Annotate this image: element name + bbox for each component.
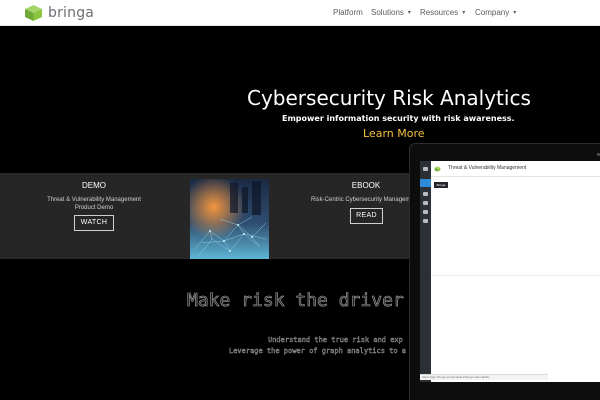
ebook-card-title: EBOOK [351, 181, 381, 190]
app-title: Threat & Vulnerability Management [448, 165, 527, 171]
top-navbar: bringa Platform Solutions ▾ Resources ▾ … [0, 0, 600, 26]
nav-item-solutions[interactable]: Solutions ▾ [371, 8, 411, 17]
nav-item-label: Company [475, 8, 510, 17]
chevron-down-icon: ▾ [513, 10, 517, 16]
ebook-cover-image[interactable] [190, 179, 269, 259]
app-sidebar [420, 161, 431, 382]
nav-item-platform[interactable]: Platform [333, 8, 363, 17]
shield-icon [423, 192, 428, 196]
divider [431, 275, 600, 276]
secondary-text-line: Leverage the power of graph analytics to… [229, 347, 407, 355]
nav-item-label: Solutions [371, 8, 404, 17]
learn-more-link[interactable]: Learn More [363, 127, 425, 140]
cube-logo-icon [434, 166, 441, 172]
cube-logo-icon [25, 5, 42, 21]
secondary-text-line: Understand the true risk and exp [268, 336, 403, 344]
dashboard-icon [420, 179, 431, 187]
logo-wordmark: bringa [48, 5, 95, 21]
folder-icon [423, 210, 428, 214]
tablet-mockup: Threat & Vulnerability Management Bringa… [409, 143, 600, 400]
chevron-down-icon: ▾ [407, 10, 411, 16]
watch-button[interactable]: WATCH [74, 215, 114, 231]
demo-description-line: Threat & Vulnerability Management [47, 197, 141, 203]
status-bar: https://app.bringa.com/analytics/threat-… [420, 374, 548, 380]
menu-icon [423, 167, 428, 171]
nav-item-company[interactable]: Company ▾ [475, 8, 516, 17]
demo-card-title: DEMO [82, 181, 106, 190]
app-tag: Bringa [434, 182, 448, 188]
settings-icon [423, 219, 428, 223]
demo-description-line: Product Demo [74, 205, 114, 211]
hero-subtitle: Empower information security with risk a… [282, 114, 515, 123]
hero-title: Cybersecurity Risk Analytics [247, 86, 531, 110]
app-header: Threat & Vulnerability Management [431, 161, 600, 177]
demo-card-description: Threat & Vulnerability Management Produc… [29, 196, 159, 212]
nav-item-resources[interactable]: Resources ▾ [420, 8, 465, 17]
brand-logo[interactable]: bringa [24, 4, 94, 22]
nav-item-label: Platform [333, 8, 363, 17]
read-button[interactable]: READ [350, 208, 383, 224]
app-screenshot: Threat & Vulnerability Management Bringa… [420, 161, 600, 382]
chevron-down-icon: ▾ [462, 10, 466, 16]
nav-item-label: Resources [420, 8, 459, 17]
chart-icon [423, 201, 428, 205]
network-graphic-icon [190, 179, 269, 259]
